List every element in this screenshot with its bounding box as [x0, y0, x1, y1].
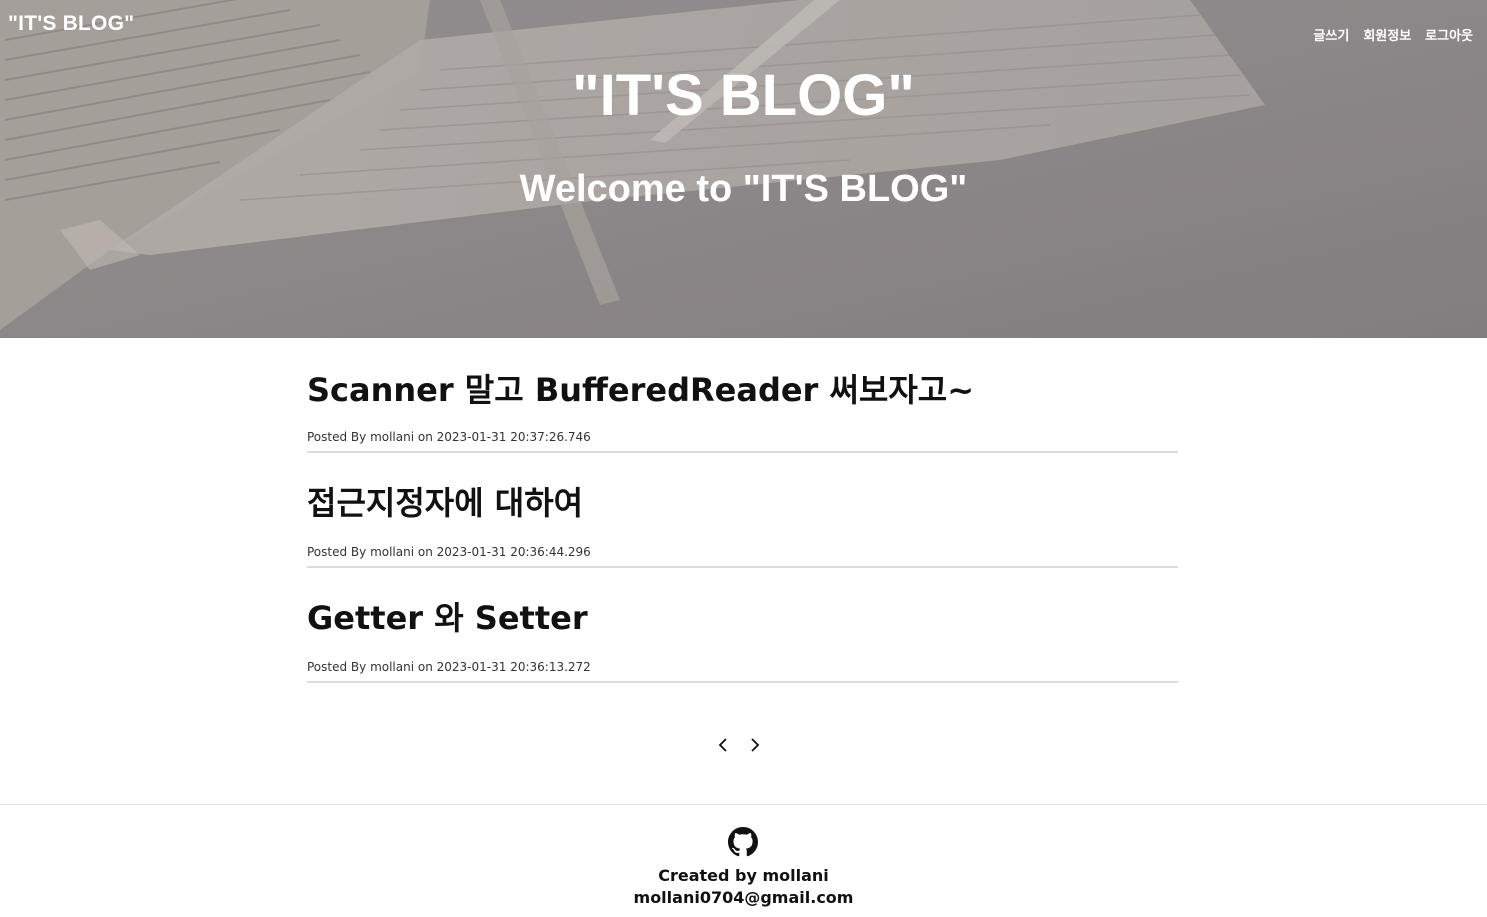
github-icon — [728, 827, 758, 857]
hero-subtitle: Welcome to "IT'S BLOG" — [519, 168, 968, 210]
post-title-link[interactable]: Scanner 말고 BufferedReader 써보자고~ — [307, 370, 974, 410]
footer: Created by mollani mollani0704@gmail.com — [0, 804, 1487, 917]
brand-logo-link[interactable]: "IT'S BLOG" — [8, 12, 134, 36]
nav-logout[interactable]: 로그아웃 — [1425, 25, 1473, 44]
post-item: 접근지정자에 대하여 Posted By mollani on 2023-01-… — [307, 453, 1178, 568]
post-title-link[interactable]: Getter 와 Setter — [307, 598, 588, 638]
prev-page-button[interactable] — [716, 736, 730, 754]
post-item: Getter 와 Setter Posted By mollani on 202… — [307, 568, 1178, 683]
next-page-button[interactable] — [748, 736, 762, 754]
chevron-left-icon — [718, 738, 727, 752]
post-title-link[interactable]: 접근지정자에 대하여 — [307, 483, 583, 523]
footer-email: mollani0704@gmail.com — [633, 888, 854, 907]
pagination — [716, 736, 762, 754]
post-list: Scanner 말고 BufferedReader 써보자고~ Posted B… — [307, 338, 1178, 683]
github-link[interactable] — [728, 827, 758, 857]
post-meta: Posted By mollani on 2023-01-31 20:36:13… — [307, 660, 591, 674]
footer-created-by: Created by mollani — [658, 866, 829, 885]
nav-write[interactable]: 글쓰기 — [1313, 25, 1349, 44]
hero-title: "IT'S BLOG" — [572, 63, 915, 128]
post-item: Scanner 말고 BufferedReader 써보자고~ Posted B… — [307, 338, 1178, 453]
post-meta: Posted By mollani on 2023-01-31 20:36:44… — [307, 545, 591, 559]
chevron-right-icon — [751, 738, 760, 752]
nav-profile[interactable]: 회원정보 — [1363, 25, 1411, 44]
hero-header: "IT'S BLOG" 글쓰기 회원정보 로그아웃 "IT'S BLOG" We… — [0, 0, 1487, 338]
post-meta: Posted By mollani on 2023-01-31 20:37:26… — [307, 430, 591, 444]
top-nav: 글쓰기 회원정보 로그아웃 — [1313, 25, 1473, 44]
